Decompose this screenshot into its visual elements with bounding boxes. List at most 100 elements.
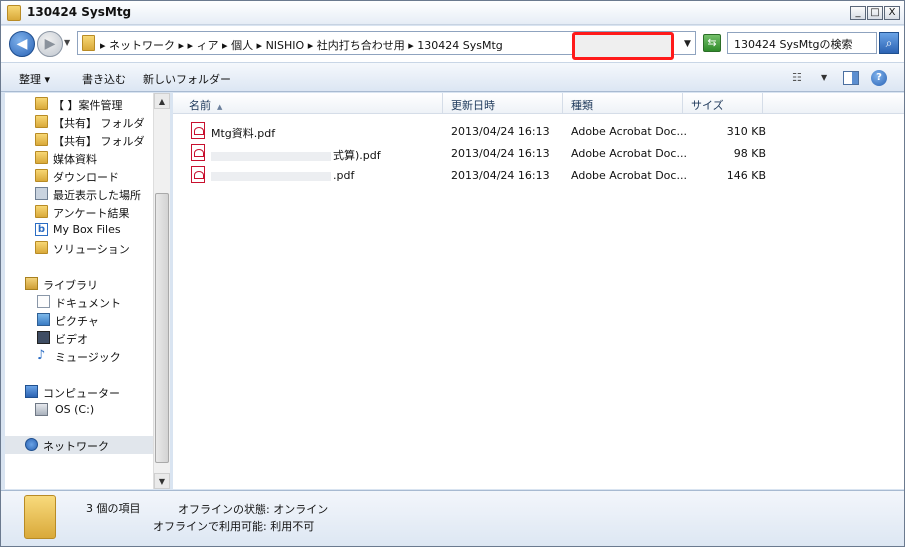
nav-item[interactable]: ドキュメント bbox=[5, 293, 153, 311]
nav-item-label: ドキュメント bbox=[55, 297, 121, 310]
history-dropdown-icon[interactable]: ▼ bbox=[64, 38, 70, 47]
nav-item-libraries[interactable]: ライブラリ bbox=[5, 275, 153, 293]
file-size: 146 KB bbox=[726, 169, 766, 182]
box-icon: b bbox=[35, 223, 48, 236]
pdf-icon bbox=[191, 144, 205, 161]
scroll-up-icon[interactable]: ▲ bbox=[154, 93, 170, 109]
offline-status: オフラインの状態: オンライン bbox=[178, 503, 329, 516]
drive-icon bbox=[35, 403, 48, 416]
network-icon bbox=[25, 438, 38, 451]
file-date: 2013/04/24 16:13 bbox=[451, 169, 550, 182]
address-bar[interactable]: ▸ ネットワーク ▸ ▸ ィア ▸ 個人 ▸ NISHIO ▸ 社内打ち合わせ用… bbox=[77, 31, 696, 60]
burn-button[interactable]: 書き込む bbox=[82, 71, 126, 87]
nav-item[interactable]: 【共有】 フォルダ bbox=[5, 113, 153, 131]
preview-pane-icon[interactable] bbox=[843, 71, 859, 85]
nav-scrollbar[interactable]: ▲ ▼ bbox=[153, 93, 170, 489]
nav-item[interactable]: ソリューション bbox=[5, 239, 153, 257]
organize-button[interactable]: 整理 ▾ bbox=[19, 71, 50, 87]
pictures-icon bbox=[37, 313, 50, 326]
folder-icon bbox=[24, 495, 56, 539]
title-bar: 130424 SysMtg _ □ X bbox=[1, 1, 904, 25]
file-size: 98 KB bbox=[733, 147, 766, 160]
item-count: 3 個の項目 bbox=[86, 502, 141, 515]
folder-icon bbox=[35, 115, 48, 128]
folder-icon bbox=[35, 133, 48, 146]
column-name-label: 名前 bbox=[189, 99, 211, 112]
column-name[interactable]: 名前 ▲ bbox=[181, 93, 443, 114]
redacted-text bbox=[211, 171, 331, 181]
nav-item-label: 【 】案件管理 bbox=[53, 99, 123, 112]
column-size[interactable]: サイズ bbox=[683, 93, 763, 114]
nav-item[interactable]: 媒体資料 bbox=[5, 149, 153, 167]
nav-item[interactable]: ピクチャ bbox=[5, 311, 153, 329]
file-name-text: .pdf bbox=[333, 169, 355, 182]
view-options-icon[interactable]: ☷ bbox=[792, 71, 802, 84]
nav-item-label: アンケート結果 bbox=[53, 207, 130, 220]
redaction-highlight bbox=[572, 32, 674, 60]
nav-item-label: 媒体資料 bbox=[53, 153, 97, 166]
nav-item[interactable]: b My Box Files bbox=[5, 221, 153, 239]
breadcrumb[interactable]: ▸ ネットワーク ▸ ▸ ィア ▸ 個人 ▸ NISHIO ▸ 社内打ち合わせ用… bbox=[100, 37, 503, 53]
pdf-icon bbox=[191, 122, 205, 139]
nav-item-label: ソリューション bbox=[53, 243, 130, 256]
status-bar: 3 個の項目 オフラインの状態: オンライン オフラインで利用可能: 利用不可 bbox=[1, 490, 904, 546]
new-folder-button[interactable]: 新しいフォルダー bbox=[143, 71, 231, 87]
scroll-thumb[interactable] bbox=[155, 193, 169, 463]
recent-places-icon bbox=[35, 187, 48, 200]
search-icon[interactable]: ⌕ bbox=[879, 32, 899, 54]
nav-item[interactable]: アンケート結果 bbox=[5, 203, 153, 221]
nav-item-label: ライブラリ bbox=[43, 279, 98, 292]
table-row[interactable]: .pdf 2013/04/24 16:13 Adobe Acrobat Doc.… bbox=[181, 165, 766, 185]
nav-item-label: 最近表示した場所 bbox=[53, 189, 141, 202]
redacted-text bbox=[211, 151, 331, 161]
file-type: Adobe Acrobat Doc... bbox=[571, 169, 687, 182]
file-list: 名前 ▲ 更新日時 種類 サイズ Mtg資料.pdf 2013/04/24 16:… bbox=[173, 93, 904, 489]
nav-item-label: ネットワーク bbox=[43, 440, 109, 453]
nav-item[interactable]: 【 】案件管理 bbox=[5, 95, 153, 113]
nav-item[interactable]: OS (C:) bbox=[5, 401, 153, 419]
video-icon bbox=[37, 331, 50, 344]
nav-item-label: ダウンロード bbox=[53, 171, 119, 184]
help-icon[interactable]: ? bbox=[871, 70, 887, 86]
back-button[interactable]: ◀ bbox=[9, 31, 35, 57]
column-date[interactable]: 更新日時 bbox=[443, 93, 563, 114]
documents-icon bbox=[37, 295, 50, 308]
nav-item-network[interactable]: ネットワーク bbox=[5, 436, 153, 454]
view-dropdown-icon[interactable]: ▼ bbox=[821, 73, 827, 82]
table-row[interactable]: 式算).pdf 2013/04/24 16:13 Adobe Acrobat D… bbox=[181, 143, 766, 163]
folder-icon bbox=[35, 169, 48, 182]
search-input[interactable]: 130424 SysMtgの検索 bbox=[727, 32, 877, 54]
command-bar: 整理 ▾ 書き込む 新しいフォルダー ☷ ▼ ? bbox=[1, 62, 904, 92]
file-name: Mtg資料.pdf bbox=[211, 127, 276, 140]
nav-item[interactable]: 最近表示した場所 bbox=[5, 185, 153, 203]
nav-item-label: 【共有】 フォルダ bbox=[53, 117, 145, 130]
file-type: Adobe Acrobat Doc... bbox=[571, 147, 687, 160]
scroll-down-icon[interactable]: ▼ bbox=[154, 473, 170, 489]
sort-ascending-icon: ▲ bbox=[217, 103, 223, 111]
minimize-button[interactable]: _ bbox=[850, 6, 866, 20]
address-row: ◀ ▶ ▼ ▸ ネットワーク ▸ ▸ ィア ▸ 個人 ▸ NISHIO ▸ 社内… bbox=[1, 26, 904, 62]
nav-item-computer[interactable]: コンピューター bbox=[5, 383, 153, 401]
folder-icon bbox=[35, 151, 48, 164]
column-type[interactable]: 種類 bbox=[563, 93, 683, 114]
address-dropdown-icon[interactable]: ▼ bbox=[684, 39, 691, 49]
forward-button[interactable]: ▶ bbox=[37, 31, 63, 57]
folder-icon bbox=[35, 97, 48, 110]
maximize-button[interactable]: □ bbox=[867, 6, 883, 20]
nav-item[interactable]: 【共有】 フォルダ bbox=[5, 131, 153, 149]
file-name: 式算).pdf bbox=[211, 147, 381, 163]
file-size: 310 KB bbox=[726, 125, 766, 138]
nav-item[interactable]: ダウンロード bbox=[5, 167, 153, 185]
table-row[interactable]: Mtg資料.pdf 2013/04/24 16:13 Adobe Acrobat… bbox=[181, 121, 766, 141]
nav-item[interactable]: ♪ ミュージック bbox=[5, 347, 153, 365]
refresh-icon[interactable]: ⇆ bbox=[703, 34, 721, 52]
close-button[interactable]: X bbox=[884, 6, 900, 20]
offline-availability: オフラインで利用可能: 利用不可 bbox=[153, 520, 315, 533]
folder-icon bbox=[35, 241, 48, 254]
folder-icon bbox=[7, 5, 21, 21]
nav-item-label: 【共有】 フォルダ bbox=[53, 135, 145, 148]
nav-item[interactable]: ビデオ bbox=[5, 329, 153, 347]
file-name: .pdf bbox=[211, 169, 354, 182]
pdf-icon bbox=[191, 166, 205, 183]
music-icon: ♪ bbox=[37, 348, 46, 363]
